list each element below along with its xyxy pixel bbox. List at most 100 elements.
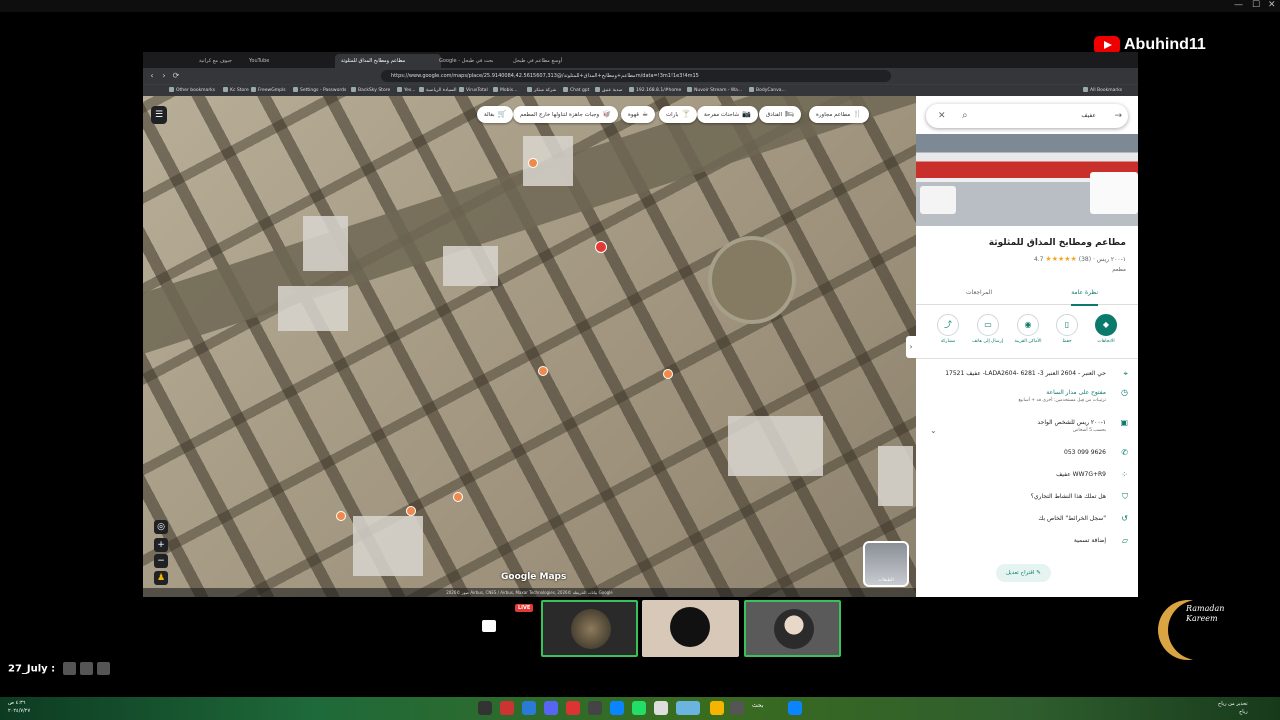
save-button[interactable]: ▯ حفظ [1052,314,1082,344]
zoom-in-button[interactable]: + [154,538,168,552]
map-pin[interactable] [528,158,538,168]
tab-reviews[interactable]: المراجعات [966,282,992,304]
bookmark-item[interactable]: السيادة الرياضية [419,86,456,96]
participant-tile[interactable] [744,600,841,657]
bookmark-item[interactable]: صدية عنيق [595,86,622,96]
collapse-panel-button[interactable]: › [906,336,916,358]
phone-text: 053 099 9626 [1064,449,1106,456]
taskbar-app-icon[interactable] [500,701,514,715]
bookmark-item[interactable]: Settings - Passwords [293,86,346,96]
taskbar-widget-icon[interactable] [676,701,700,715]
label-row[interactable]: ▱ إضافة تسمية [928,536,1128,550]
weather-widget[interactable]: تحذير من رياح رياح [1218,700,1248,716]
building [443,246,498,286]
chip-grocery[interactable]: بقالة 🛒 [477,106,514,123]
participant-tile[interactable] [541,600,638,657]
chip-nearby-restaurants[interactable]: مطاعم مجاورة 🍴 [809,106,869,123]
phone-row[interactable]: ✆ 053 099 9626 [928,448,1128,462]
chip-hotels[interactable]: الفنادق 🛏 [759,106,801,123]
taskbar-app-icon[interactable] [478,701,492,715]
browser-window: جيوف مع كراتية YouTube مطاعم ومطابخ المذ… [143,52,1138,597]
chip-bars[interactable]: بارات 🍸 [659,106,698,123]
map-pin[interactable] [663,369,673,379]
directions-arrow-icon[interactable]: → [1114,104,1122,128]
satellite-map[interactable]: ☰ مطاعم مجاورة 🍴 الفنادق 🛏 شاحنات مفرحة 📷 ب… [143,96,916,597]
map-pin[interactable] [336,511,346,521]
directions-button[interactable]: ◆ الاتجاهات [1091,314,1121,344]
url-bar[interactable]: https://www.google.com/maps/place/مطاعم+… [381,70,891,82]
layers-button[interactable]: الطبقات [863,541,909,587]
taskbar-app-icon[interactable] [654,701,668,715]
map-pin[interactable] [453,492,463,502]
participant-tile[interactable] [642,600,739,657]
map-pin[interactable] [406,506,416,516]
forward-icon[interactable]: › [159,70,169,82]
bookmark-item[interactable]: BackSky Store [351,86,390,96]
bookmark-item[interactable]: All Bookmarks [1083,86,1122,96]
chip-label: بارات [666,112,679,118]
search-icon[interactable]: ⌕ [962,104,968,128]
chip-takeout[interactable]: وجبات جاهزة لتناولها خارج المطعم 🥡 [513,106,618,123]
reload-icon[interactable]: ⟳ [171,70,181,82]
address-row[interactable]: ⌖ حي العنبر - 2604 العنبر 3- 6281 -LADA26… [928,369,1128,383]
windows-start-icon[interactable] [788,701,802,715]
bookmark-item[interactable]: FreewGmpls [251,86,286,96]
review-count[interactable]: (38) [1079,256,1091,263]
bookmark-item[interactable]: 192.168.8.1/#home [629,86,681,96]
tab-youtube[interactable]: YouTube [243,54,325,68]
share-button[interactable]: ⤴ مشاركة [933,314,963,344]
task-view-icon[interactable] [730,701,744,715]
camera-icon: 📷 [742,110,751,118]
send-to-phone-button[interactable]: ▭ إرسال إلى هاتف [972,314,1003,344]
taskbar-app-icon[interactable] [544,701,558,715]
hours-text: مفتوح على مدار الساعة [1046,389,1106,396]
hours-row[interactable]: ◷ مفتوح على مدار الساعة ترتيبات من قِبل مس… [928,388,1128,408]
bookmark-item[interactable]: Yes... [397,86,416,96]
bookmark-item[interactable]: BodyCanva... [749,86,786,96]
clock[interactable]: ٤:٣٦ ص ٢٠٢٤/٧/٢٧ [8,699,30,715]
price-row[interactable]: ▣ ١-٢٠٠ ريس للشخص الواحد بحسب 5 أشخاص [928,418,1128,438]
suggest-edit-button[interactable]: ✎ اقتراح تعديل [996,564,1051,582]
my-location-icon[interactable]: ◎ [154,520,168,534]
plus-code-row[interactable]: ⁘ WW7G+R9 عفيف [928,470,1128,484]
selected-place-pin[interactable] [595,241,607,253]
cart-icon: 🛒 [497,110,507,118]
maximize-icon[interactable]: ☐ [1252,0,1260,10]
tab-search[interactable]: Google - بحث في طيحل [433,54,515,68]
taskbar-search[interactable]: بحث [752,702,763,709]
chip-coffee[interactable]: قهوة ☕ [621,106,656,123]
claim-row[interactable]: ⛉ هل تملك هذا النشاط التجاري؟ [928,492,1128,506]
chip-trucks[interactable]: شاحنات مفرحة 📷 [697,106,758,123]
taskbar-app-icon[interactable] [632,701,646,715]
taskbar-app-icon[interactable] [522,701,536,715]
search-input[interactable]: عفيف [1081,104,1096,128]
place-photo[interactable] [916,134,1138,226]
nearby-button[interactable]: ◉ الأماكن القريبة [1013,314,1043,344]
taskbar-app-icon[interactable] [710,701,724,715]
clear-icon[interactable]: ✕ [938,104,946,128]
bookmark-item[interactable]: Nuvoir Stream - Wa... [687,86,742,96]
bookmark-item[interactable]: شركة مبتكر [527,86,556,96]
taskbar-app-icon[interactable] [588,701,602,715]
close-icon[interactable]: ✕ [1268,0,1276,10]
bookmark-item[interactable]: Kc Store [223,86,249,96]
pegman-icon[interactable]: ♟ [154,571,168,585]
chevron-down-icon[interactable]: ⌄ [930,426,937,435]
bookmark-item[interactable]: Chat gpt [563,86,589,96]
tab-results[interactable]: أوسع مطاعم في طيحل [507,54,603,68]
minimize-icon[interactable]: — [1234,0,1243,10]
taskbar-app-icon[interactable] [610,701,624,715]
bookmark-item[interactable]: VirusTotal [459,86,488,96]
bookmark-item[interactable]: Other bookmarks [169,86,215,96]
search-box[interactable]: → عفيف ⌕ ✕ [926,104,1128,128]
zoom-out-button[interactable]: − [154,554,168,568]
tab-place[interactable]: مطاعم ومطابخ المذاق للمثلوثة [335,54,441,68]
menu-icon[interactable]: ☰ [151,106,167,124]
taskbar-app-icon[interactable] [566,701,580,715]
bookmark-item[interactable]: Mobis... [493,86,517,96]
back-icon[interactable]: ‹ [147,70,157,82]
tab-overview[interactable]: نظرة عامة [1071,282,1098,306]
map-pin[interactable] [538,366,548,376]
history-row[interactable]: ↺ "سجل الخرائط" الخاص بك [928,514,1128,528]
place-type[interactable]: مطعم [1112,267,1126,273]
